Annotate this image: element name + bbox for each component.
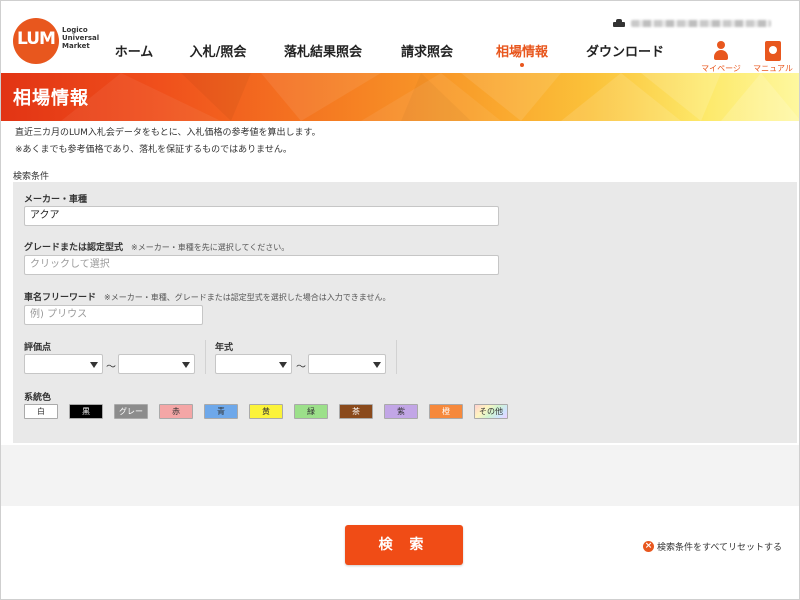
grade-note: ※メーカー・車種を先に選択してください。 xyxy=(131,243,290,252)
maker-label: メーカー・車種 xyxy=(24,195,88,205)
logo-wordmark: Logico Universal Market xyxy=(62,26,102,50)
car-icon xyxy=(613,19,625,27)
nav-home-label: ホーム xyxy=(114,45,154,60)
redacted-user-info xyxy=(631,19,771,27)
year-tilde: ～ xyxy=(296,362,306,373)
chevron-down-icon xyxy=(90,362,98,368)
chevron-down-icon xyxy=(279,362,287,368)
nav-billing-label: 請求照会 xyxy=(400,45,453,60)
logo-line: Market xyxy=(62,42,90,50)
chevron-down-icon xyxy=(182,362,190,368)
color-chip[interactable]: 黄 xyxy=(249,404,283,419)
intro-line: 直近三カ月のLUM入札会データをもとに、入札価格の参考値を算出します。 xyxy=(15,128,321,138)
carname-label-text: 車名フリーワード xyxy=(24,293,97,303)
manual-button[interactable]: マニュアル xyxy=(751,41,795,74)
rating-from-select[interactable] xyxy=(24,354,103,374)
manual-book-icon xyxy=(765,41,781,61)
nav-bidding-label: 入札/照会 xyxy=(189,45,247,60)
page-banner: 相場情報 xyxy=(1,73,799,121)
search-conditions-label: 検索条件 xyxy=(13,172,50,182)
close-circle-icon: × xyxy=(643,541,654,552)
nav-results[interactable]: 落札結果照会 xyxy=(266,41,380,69)
intro-text: 直近三カ月のLUM入札会データをもとに、入札価格の参考値を算出します。 ※あくま… xyxy=(15,125,321,159)
rating-to-select[interactable] xyxy=(118,354,195,374)
rating-label: 評価点 xyxy=(24,343,52,353)
banner-pattern xyxy=(61,73,799,121)
app-frame: LUM Logico Universal Market ホーム 入札/照会 落札… xyxy=(0,0,800,600)
person-icon xyxy=(713,41,729,61)
year-label: 年式 xyxy=(215,343,234,353)
nav-home[interactable]: ホーム xyxy=(98,41,170,69)
divider xyxy=(396,340,397,374)
year-from-select[interactable] xyxy=(215,354,292,374)
color-chip[interactable]: 茶 xyxy=(339,404,373,419)
year-to-select[interactable] xyxy=(308,354,386,374)
color-chip[interactable]: 橙 xyxy=(429,404,463,419)
user-info xyxy=(613,18,771,28)
color-label: 系統色 xyxy=(24,393,52,403)
reset-label: 検索条件をすべてリセットする xyxy=(657,543,783,553)
grade-label: グレードまたは認定型式 ※メーカー・車種を先に選択してください。 xyxy=(24,240,289,253)
color-chip[interactable]: 紫 xyxy=(384,404,418,419)
nav-bidding[interactable]: 入札/照会 xyxy=(170,41,266,69)
carname-note: ※メーカー・車種、グレードまたは認定型式を選択した場合は入力できません。 xyxy=(104,293,391,302)
chevron-down-icon xyxy=(373,362,381,368)
active-indicator xyxy=(520,63,524,67)
nav-market[interactable]: 相場情報 xyxy=(474,41,570,69)
nav-download-label: ダウンロード xyxy=(585,45,664,60)
color-chip[interactable]: 黒 xyxy=(69,404,103,419)
carname-input[interactable]: 例) プリウス xyxy=(24,305,203,325)
mypage-button[interactable]: マイページ xyxy=(699,41,743,74)
search-form-panel: メーカー・車種 アクア グレードまたは認定型式 ※メーカー・車種を先に選択してくだ… xyxy=(13,182,797,443)
color-chip[interactable]: 白 xyxy=(24,404,58,419)
header: LUM Logico Universal Market ホーム 入札/照会 落札… xyxy=(1,1,799,74)
lum-logo[interactable]: LUM Logico Universal Market xyxy=(13,18,99,66)
logo-line: Logico xyxy=(62,26,88,34)
reset-conditions-link[interactable]: × 検索条件をすべてリセットする xyxy=(643,540,782,553)
nav-market-label: 相場情報 xyxy=(495,45,548,60)
page-title: 相場情報 xyxy=(13,88,89,109)
divider xyxy=(205,340,206,374)
logo-mark-text: LUM xyxy=(17,29,56,49)
color-chip[interactable]: 赤 xyxy=(159,404,193,419)
carname-label: 車名フリーワード ※メーカー・車種、グレードまたは認定型式を選択した場合は入力でき… xyxy=(24,290,390,303)
color-chip[interactable]: 青 xyxy=(204,404,238,419)
nav-billing[interactable]: 請求照会 xyxy=(380,41,474,69)
maker-input[interactable]: アクア xyxy=(24,206,499,226)
nav-results-label: 落札結果照会 xyxy=(283,45,362,60)
rating-tilde: ～ xyxy=(106,362,116,373)
grade-input[interactable]: クリックして選択 xyxy=(24,255,499,275)
main-nav: ホーム 入札/照会 落札結果照会 請求照会 相場情報 ダウンロード xyxy=(98,41,680,69)
color-chip[interactable]: グレー xyxy=(114,404,148,419)
grade-label-text: グレードまたは認定型式 xyxy=(24,243,124,253)
color-chip[interactable]: 緑 xyxy=(294,404,328,419)
color-chip[interactable]: その他 xyxy=(474,404,508,419)
search-button[interactable]: 検 索 xyxy=(345,525,463,565)
intro-disclaimer: ※あくまでも参考価格であり、落札を保証するものではありません。 xyxy=(15,145,292,155)
nav-download[interactable]: ダウンロード xyxy=(570,41,680,69)
logo-line: Universal xyxy=(62,34,100,42)
